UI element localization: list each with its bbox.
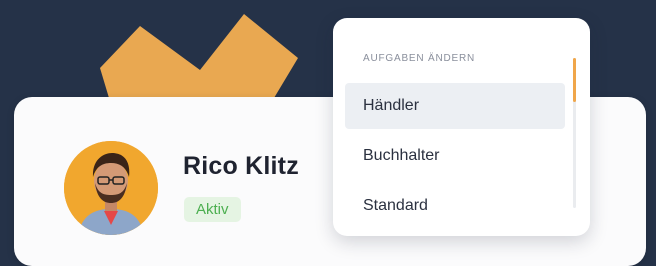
menu-item-buchhalter[interactable]: Buchhalter (345, 133, 565, 179)
avatar (64, 141, 158, 235)
status-badge: Aktiv (184, 197, 241, 222)
user-photo-icon (64, 141, 158, 235)
dropdown-heading: AUFGABEN ÄNDERN (363, 53, 476, 64)
menu-item-haendler[interactable]: Händler (345, 83, 565, 129)
user-name: Rico Klitz (183, 152, 299, 180)
menu-item-standard[interactable]: Standard (345, 183, 565, 229)
decorative-shape (100, 14, 298, 108)
role-dropdown-menu: AUFGABEN ÄNDERN Händler Buchhalter Stand… (333, 18, 590, 236)
scrollbar-thumb[interactable] (573, 58, 576, 102)
